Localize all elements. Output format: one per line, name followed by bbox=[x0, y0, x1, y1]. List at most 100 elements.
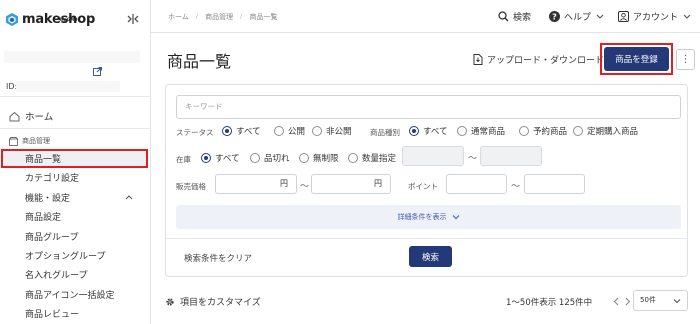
radio-icon bbox=[299, 153, 309, 163]
radio-label: すべて bbox=[236, 127, 261, 137]
sidebar-item-label: 商品アイコン一括設定 bbox=[25, 291, 115, 301]
sidebar-item-name-group[interactable]: 名入れグループ bbox=[0, 265, 151, 284]
sidebar-item-icon-bulk[interactable]: 商品アイコン一括設定 bbox=[0, 285, 151, 304]
stock-radio-quantity[interactable]: 数量指定 bbox=[348, 152, 396, 164]
chevron-down-icon bbox=[596, 14, 604, 19]
account-icon bbox=[618, 11, 629, 22]
chevron-down-icon bbox=[673, 299, 681, 304]
radio-label: 公開 bbox=[288, 127, 306, 137]
radio-label: 非公開 bbox=[326, 127, 352, 137]
sidebar: makeshop by GMO ID: ホーム 商品管理 商品一覧 カテゴリ設定… bbox=[0, 0, 151, 324]
point-label: ポイント bbox=[408, 182, 438, 191]
sidebar-item-category[interactable]: カテゴリ設定 bbox=[0, 168, 151, 187]
account-menu[interactable]: アカウント bbox=[618, 10, 696, 23]
status-label: ステータス bbox=[176, 128, 214, 137]
point-min-field[interactable] bbox=[446, 174, 507, 194]
breadcrumb-current: 商品一覧 bbox=[249, 13, 278, 21]
sidebar-item-option-group[interactable]: オプショングループ bbox=[0, 246, 151, 265]
register-product-button[interactable]: 商品を登録 bbox=[604, 47, 669, 71]
radio-label: 通常商品 bbox=[471, 127, 506, 137]
type-radio-all[interactable]: すべて bbox=[409, 125, 448, 137]
topbar: ホーム / 商品管理 / 商品一覧 検索 ? ヘルプ アカウント bbox=[151, 0, 700, 33]
status-radio-private[interactable]: 非公開 bbox=[312, 125, 352, 137]
stock-min-field bbox=[402, 146, 464, 166]
sidebar-item-label: 商品レビュー bbox=[25, 310, 80, 320]
detail-label: 詳細条件を表示 bbox=[397, 213, 447, 221]
stock-max-field bbox=[480, 146, 542, 166]
sidebar-item-review[interactable]: 商品レビュー bbox=[0, 304, 151, 323]
sidebar-item-label: 名入れグループ bbox=[25, 271, 88, 281]
shop-name-field bbox=[4, 51, 140, 63]
type-radio-subscription[interactable]: 定期購入商品 bbox=[573, 125, 638, 137]
stock-radio-all[interactable]: すべて bbox=[201, 152, 240, 164]
type-radio-reserve[interactable]: 予約商品 bbox=[519, 125, 567, 137]
stock-radio-unlimited[interactable]: 無制限 bbox=[299, 152, 339, 164]
radio-checked-icon bbox=[201, 153, 211, 163]
radio-icon bbox=[573, 126, 583, 136]
per-page-value: 50件 bbox=[640, 296, 656, 304]
collapse-sidebar-icon[interactable] bbox=[127, 13, 139, 25]
sidebar-item-home[interactable]: ホーム bbox=[9, 109, 53, 123]
result-count: 1〜50件表示 125件中 bbox=[506, 298, 593, 308]
chevron-down-icon bbox=[683, 14, 691, 19]
logo-sub: by GMO bbox=[60, 17, 78, 22]
breadcrumb-product[interactable]: 商品管理 bbox=[205, 12, 233, 22]
breadcrumb-separator: / bbox=[240, 12, 243, 20]
radio-icon bbox=[312, 126, 322, 136]
radio-label: 品切れ bbox=[264, 154, 290, 164]
page-title: 商品一覧 bbox=[167, 52, 232, 71]
sidebar-item-features[interactable]: 機能・設定 bbox=[0, 188, 151, 207]
sidebar-item-label: ホーム bbox=[25, 112, 54, 123]
prev-page-button[interactable] bbox=[610, 294, 622, 308]
chevron-left-icon bbox=[613, 297, 619, 305]
search-submit-button[interactable]: 検索 bbox=[409, 246, 452, 267]
svg-text:?: ? bbox=[552, 13, 557, 22]
external-link-icon[interactable] bbox=[93, 67, 102, 76]
radio-label: 数量指定 bbox=[362, 154, 397, 164]
upload-download-label: アップロード・ダウンロード bbox=[487, 56, 605, 66]
radio-icon bbox=[519, 126, 529, 136]
upload-download-button[interactable]: アップロード・ダウンロード bbox=[473, 53, 604, 66]
breadcrumb: ホーム / 商品管理 / 商品一覧 bbox=[168, 12, 278, 22]
radio-label: すべて bbox=[423, 127, 448, 137]
price-min-field[interactable]: 円 bbox=[215, 174, 297, 194]
makeshop-logo-icon bbox=[6, 13, 18, 26]
gear-icon bbox=[166, 297, 174, 306]
sidebar-item-product-settings[interactable]: 商品設定 bbox=[0, 207, 151, 226]
status-radio-all[interactable]: すべて bbox=[222, 125, 261, 137]
home-icon bbox=[9, 111, 20, 121]
breadcrumb-home[interactable]: ホーム bbox=[168, 12, 189, 22]
search-button[interactable]: 検索 bbox=[498, 10, 531, 23]
show-detail-toggle[interactable]: 詳細条件を表示 bbox=[176, 205, 681, 229]
range-tilde: 〜 bbox=[468, 154, 478, 164]
box-icon bbox=[9, 136, 18, 146]
radio-label: すべて bbox=[215, 154, 240, 164]
range-tilde: 〜 bbox=[511, 182, 521, 192]
keyword-input[interactable]: キーワード bbox=[176, 95, 681, 119]
radio-icon bbox=[457, 126, 467, 136]
customize-columns-button[interactable]: 項目をカスタマイズ bbox=[165, 295, 261, 308]
type-radio-normal[interactable]: 通常商品 bbox=[457, 125, 505, 137]
radio-icon bbox=[348, 153, 358, 163]
per-page-select[interactable]: 50件 bbox=[633, 290, 688, 311]
logo[interactable]: makeshop bbox=[6, 12, 95, 27]
stock-radio-soldout[interactable]: 品切れ bbox=[250, 152, 290, 164]
sidebar-item-label: 機能・設定 bbox=[25, 194, 71, 204]
price-max-field[interactable]: 円 bbox=[311, 174, 391, 194]
price-label: 販売価格 bbox=[176, 182, 206, 191]
more-menu-button[interactable]: ⋮ bbox=[676, 49, 695, 70]
status-radio-public[interactable]: 公開 bbox=[274, 125, 305, 137]
file-icon bbox=[473, 54, 483, 65]
point-max-field[interactable] bbox=[524, 174, 585, 194]
shop-id-value bbox=[16, 81, 120, 92]
search-label: 検索 bbox=[513, 13, 532, 23]
stock-label: 在庫 bbox=[176, 155, 191, 164]
sidebar-item-product-list[interactable]: 商品一覧 bbox=[1, 149, 148, 168]
range-tilde: 〜 bbox=[300, 182, 310, 192]
help-menu[interactable]: ? ヘルプ bbox=[549, 10, 609, 23]
sidebar-item-label: 商品設定 bbox=[25, 213, 62, 223]
sidebar-item-product-group[interactable]: 商品グループ bbox=[0, 227, 151, 246]
radio-label: 無制限 bbox=[313, 154, 339, 164]
clear-search-link[interactable]: 検索条件をクリア bbox=[184, 252, 252, 264]
logo-text: makeshop bbox=[22, 12, 96, 27]
